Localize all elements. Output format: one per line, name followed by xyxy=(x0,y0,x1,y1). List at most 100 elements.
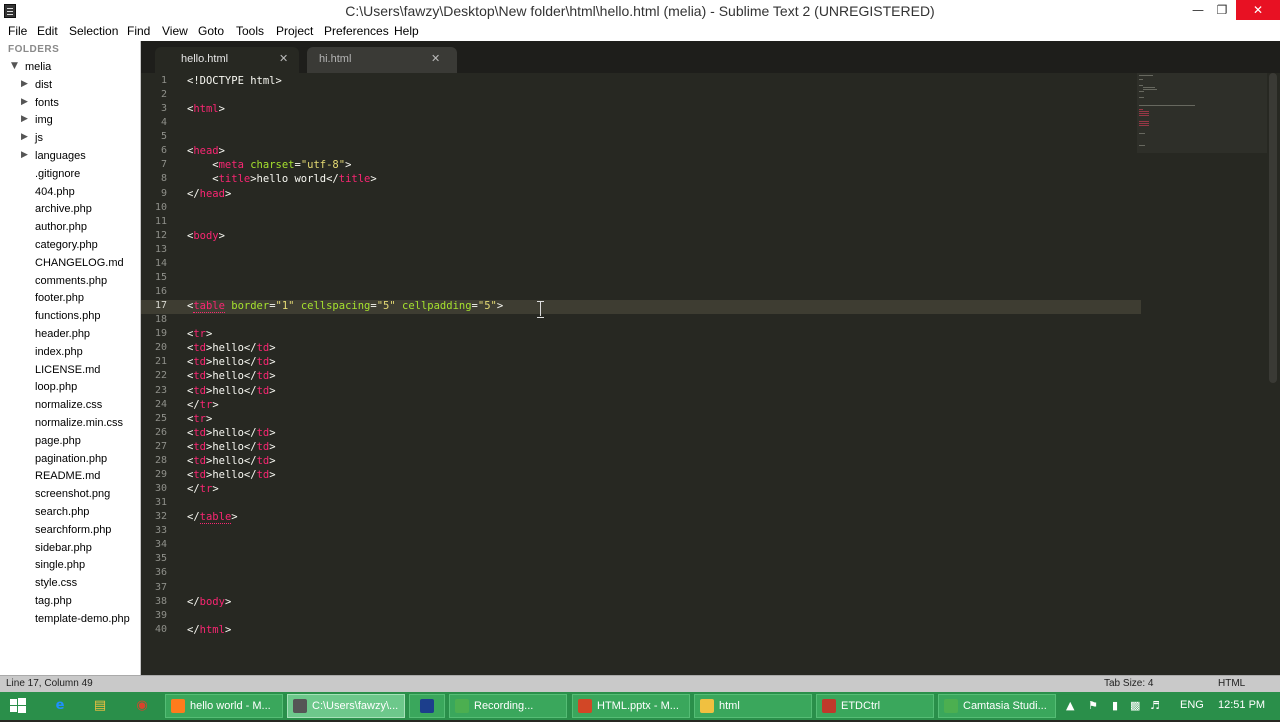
menu-goto[interactable]: Goto xyxy=(198,24,224,38)
close-tab-icon[interactable]: ✕ xyxy=(279,52,288,65)
file-item[interactable]: template-demo.php xyxy=(0,611,140,628)
file-item[interactable]: CHANGELOG.md xyxy=(0,255,140,272)
file-item[interactable]: search.php xyxy=(0,504,140,521)
code-line[interactable]: <title>hello world</title> xyxy=(187,173,376,185)
menu-help[interactable]: Help xyxy=(394,24,419,38)
menu-edit[interactable]: Edit xyxy=(37,24,58,38)
file-item[interactable]: header.php xyxy=(0,326,140,343)
tab-hi-html[interactable]: hi.html ✕ xyxy=(307,47,457,73)
folder-item[interactable]: ▶ js xyxy=(0,130,140,147)
file-item[interactable]: .gitignore xyxy=(0,166,140,183)
network-icon[interactable]: ▩ xyxy=(1130,699,1140,712)
collapsed-arrow-icon[interactable]: ▶ xyxy=(21,150,28,160)
vertical-scrollbar[interactable] xyxy=(1269,73,1277,383)
code-line[interactable]: <td>hello</td> xyxy=(187,441,276,453)
file-item[interactable]: page.php xyxy=(0,433,140,450)
collapsed-arrow-icon[interactable]: ▶ xyxy=(21,132,28,142)
file-item[interactable]: LICENSE.md xyxy=(0,362,140,379)
taskbar-task[interactable]: C:\Users\fawzy\... xyxy=(287,694,405,718)
code-line[interactable]: <td>hello</td> xyxy=(187,427,276,439)
folder-item[interactable]: ▶ fonts xyxy=(0,95,140,112)
language-indicator[interactable]: ENG xyxy=(1180,699,1204,711)
menu-preferences[interactable]: Preferences xyxy=(324,24,389,38)
taskbar-task[interactable]: Camtasia Studi... xyxy=(938,694,1056,718)
file-item[interactable]: author.php xyxy=(0,219,140,236)
code-line[interactable]: <body> xyxy=(187,230,225,242)
file-item[interactable]: normalize.css xyxy=(0,397,140,414)
close-tab-icon[interactable]: ✕ xyxy=(431,52,440,65)
volume-icon[interactable]: ♬ xyxy=(1150,699,1160,712)
file-item[interactable]: screenshot.png xyxy=(0,486,140,503)
code-area[interactable]: <!DOCTYPE html> <html> <head> <meta charse… xyxy=(187,73,1137,675)
menu-selection[interactable]: Selection xyxy=(69,24,118,38)
file-item[interactable]: functions.php xyxy=(0,308,140,325)
folder-item[interactable]: ▶ dist xyxy=(0,77,140,94)
code-line[interactable]: <!DOCTYPE html> xyxy=(187,75,282,87)
collapsed-arrow-icon[interactable]: ▶ xyxy=(21,79,28,89)
menu-find[interactable]: Find xyxy=(127,24,150,38)
code-line[interactable]: </tr> xyxy=(187,483,219,495)
chrome-icon[interactable]: ◉ xyxy=(132,696,152,716)
menu-project[interactable]: Project xyxy=(276,24,313,38)
collapsed-arrow-icon[interactable]: ▶ xyxy=(21,97,28,107)
code-line[interactable]: </table> xyxy=(187,511,238,525)
taskbar-task[interactable]: html xyxy=(694,694,812,718)
code-line[interactable]: <meta charset="utf-8"> xyxy=(187,159,351,171)
code-line[interactable]: <td>hello</td> xyxy=(187,356,276,368)
code-line[interactable]: <td>hello</td> xyxy=(187,342,276,354)
file-item[interactable]: category.php xyxy=(0,237,140,254)
minimap[interactable] xyxy=(1137,73,1267,153)
file-item[interactable]: sidebar.php xyxy=(0,540,140,557)
code-line[interactable]: <td>hello</td> xyxy=(187,370,276,382)
collapsed-arrow-icon[interactable]: ▶ xyxy=(21,114,28,124)
action-center-icon[interactable]: ⚑ xyxy=(1088,699,1098,712)
taskbar-task[interactable] xyxy=(409,694,445,718)
file-item[interactable]: searchform.php xyxy=(0,522,140,539)
file-item[interactable]: tag.php xyxy=(0,593,140,610)
code-line[interactable]: <tr> xyxy=(187,413,212,425)
file-item[interactable]: README.md xyxy=(0,468,140,485)
file-item[interactable]: archive.php xyxy=(0,201,140,218)
file-item[interactable]: style.css xyxy=(0,575,140,592)
file-item[interactable]: loop.php xyxy=(0,379,140,396)
folder-item[interactable]: ▶ img xyxy=(0,112,140,129)
code-line[interactable]: <html> xyxy=(187,103,225,115)
code-line[interactable]: </body> xyxy=(187,596,231,608)
code-line[interactable]: </head> xyxy=(187,188,231,200)
folder-item[interactable]: ▶ languages xyxy=(0,148,140,165)
file-item[interactable]: pagination.php xyxy=(0,451,140,468)
folder-root[interactable]: ▼ melia xyxy=(0,59,140,76)
syntax-indicator[interactable]: HTML xyxy=(1218,678,1245,689)
file-explorer-icon[interactable]: ▤ xyxy=(90,696,110,716)
windows-logo-icon[interactable] xyxy=(8,696,28,716)
menu-file[interactable]: File xyxy=(8,24,27,38)
taskbar-task[interactable]: Recording... xyxy=(449,694,567,718)
code-line[interactable]: <td>hello</td> xyxy=(187,385,276,397)
internet-explorer-icon[interactable]: e xyxy=(50,696,70,716)
restore-button[interactable]: ❐ xyxy=(1208,0,1236,20)
code-line[interactable]: <td>hello</td> xyxy=(187,469,276,481)
file-item[interactable]: comments.php xyxy=(0,273,140,290)
file-item[interactable]: footer.php xyxy=(0,290,140,307)
code-line[interactable]: <head> xyxy=(187,145,225,157)
code-line[interactable]: </html> xyxy=(187,624,231,636)
menu-tools[interactable]: Tools xyxy=(236,24,264,38)
menu-view[interactable]: View xyxy=(162,24,188,38)
file-item[interactable]: 404.php xyxy=(0,184,140,201)
code-line[interactable]: <tr> xyxy=(187,328,212,340)
taskbar-task[interactable]: hello world - M... xyxy=(165,694,283,718)
tab-size-indicator[interactable]: Tab Size: 4 xyxy=(1104,678,1153,689)
code-line[interactable]: <table border="1" cellspacing="5" cellpa… xyxy=(187,300,503,314)
file-item[interactable]: single.php xyxy=(0,557,140,574)
file-item[interactable]: index.php xyxy=(0,344,140,361)
code-line[interactable]: </tr> xyxy=(187,399,219,411)
clock[interactable]: 12:51 PM xyxy=(1218,699,1265,711)
close-button[interactable]: ✕ xyxy=(1236,0,1280,20)
tab-hello-html[interactable]: hello.html ✕ xyxy=(155,47,299,73)
battery-icon[interactable]: ▮ xyxy=(1112,699,1118,712)
taskbar-task[interactable]: HTML.pptx - M... xyxy=(572,694,690,718)
expanded-arrow-icon[interactable]: ▼ xyxy=(11,61,18,71)
file-item[interactable]: normalize.min.css xyxy=(0,415,140,432)
taskbar-task[interactable]: ETDCtrl xyxy=(816,694,934,718)
code-line[interactable]: <td>hello</td> xyxy=(187,455,276,467)
